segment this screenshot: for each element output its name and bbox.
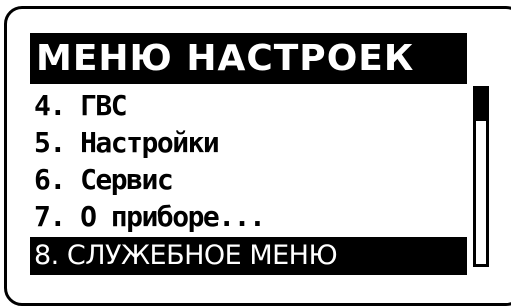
menu-item-service[interactable]: 6. Сервис [30,162,470,198]
menu-item-about-device[interactable]: 7. О приборе... [30,199,470,235]
menu-item-gvs[interactable]: 4. ГВС [30,88,470,124]
menu-item-service-menu[interactable]: 8. СЛУЖЕБНОЕ МЕНЮ [30,237,467,275]
scrollbar[interactable] [473,86,489,267]
scrollbar-thumb[interactable] [476,89,486,121]
menu-title: МЕНЮ НАСТРОЕК [30,33,467,84]
menu-item-settings[interactable]: 5. Настройки [30,125,470,161]
menu-list: 4. ГВС 5. Настройки 6. Сервис 7. О прибо… [30,88,470,276]
